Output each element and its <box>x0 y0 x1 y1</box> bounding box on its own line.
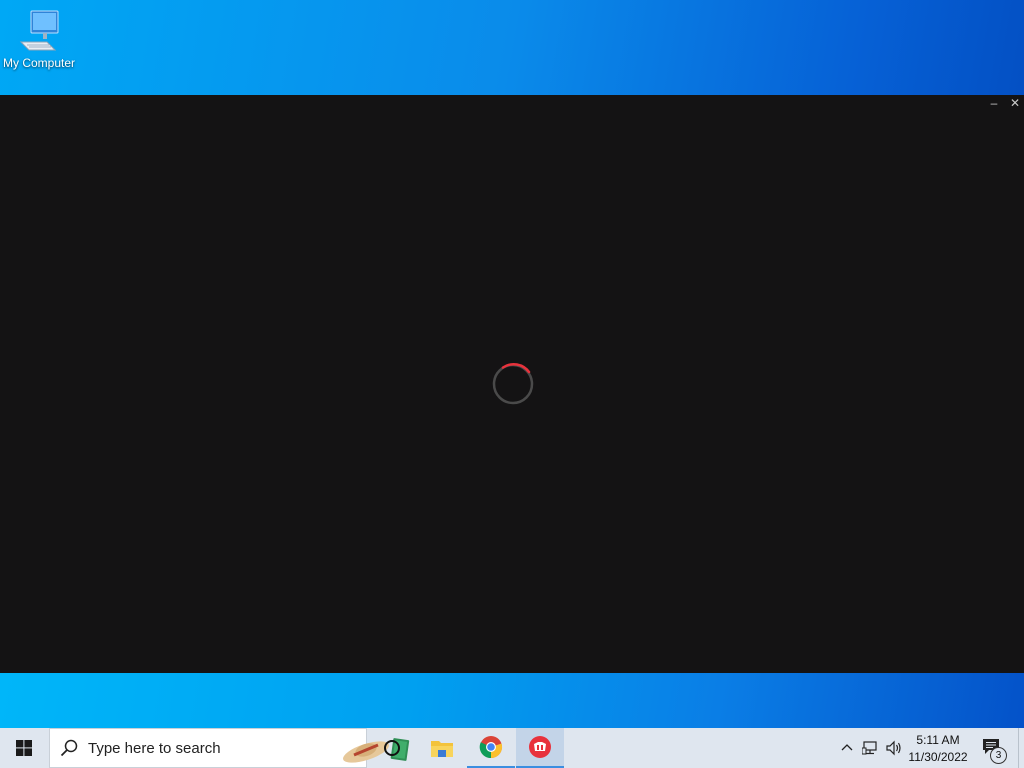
desktop-icon-my-computer[interactable]: My Computer <box>0 8 78 70</box>
desktop-icon-label: My Computer <box>2 56 76 70</box>
app-window[interactable]: – ✕ <box>0 95 1024 754</box>
clock-date: 11/30/2022 <box>908 750 968 764</box>
start-button[interactable] <box>0 728 48 768</box>
chrome-icon <box>479 736 503 759</box>
show-desktop-button[interactable] <box>1018 728 1024 768</box>
search-box[interactable]: Type here to search <box>49 728 410 768</box>
clock[interactable]: 5:11 AM 11/30/2022 <box>905 732 971 766</box>
loading-spinner-icon <box>492 363 534 405</box>
file-explorer-button[interactable] <box>418 728 466 768</box>
notification-count-badge: 3 <box>990 747 1007 764</box>
close-button[interactable]: ✕ <box>1005 95 1024 111</box>
cortana-circle-icon <box>384 740 400 756</box>
search-placeholder: Type here to search <box>88 740 221 757</box>
windows-logo-icon <box>16 740 32 756</box>
search-icon <box>60 739 78 757</box>
computer-icon <box>19 10 59 51</box>
minimize-button[interactable]: – <box>984 95 1004 111</box>
chevron-up-icon[interactable] <box>840 740 854 754</box>
folder-icon <box>431 741 453 757</box>
red-app-icon <box>529 736 551 758</box>
taskbar: Type here to search 5:11 AM 11/30/2022 3 <box>0 728 1024 768</box>
chrome-button[interactable] <box>467 728 515 768</box>
network-icon[interactable] <box>862 740 880 756</box>
clock-time: 5:11 AM <box>916 733 960 747</box>
cortana-button[interactable] <box>368 728 416 768</box>
action-center-button[interactable]: 3 <box>976 728 1012 768</box>
active-app-button[interactable] <box>516 728 564 768</box>
volume-icon[interactable] <box>885 740 903 756</box>
desktop-background-lower <box>0 673 1024 728</box>
